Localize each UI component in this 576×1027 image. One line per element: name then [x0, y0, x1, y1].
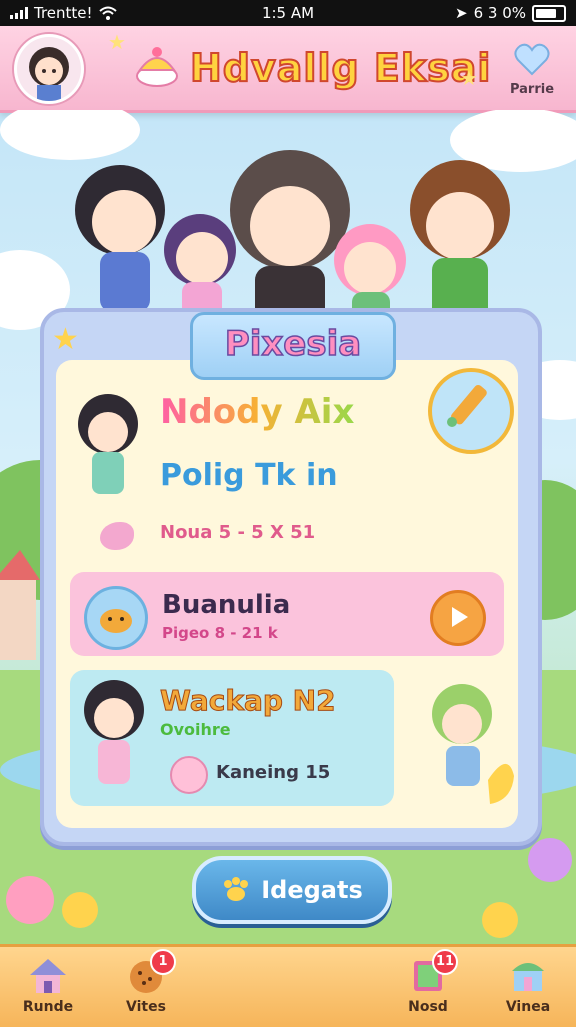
header-bar: ★ Hdvallg Eksai ★ Parrie — [0, 26, 576, 113]
cake-logo-icon — [136, 47, 178, 87]
tab-label: Vites — [126, 999, 166, 1015]
featured-card[interactable]: Ndody Aix Polig Tk in Noua 5 - 5 X 51 — [70, 368, 514, 560]
updates-button[interactable]: Idegats — [192, 856, 392, 924]
featured-subtitle: Polig Tk in — [160, 458, 338, 493]
profile-button[interactable]: Parrie — [502, 40, 562, 102]
star-decoration: ★ — [460, 66, 478, 90]
pencil-icon — [447, 384, 487, 427]
shop-icon — [512, 963, 544, 991]
updates-label: Idegats — [261, 876, 363, 904]
creature-icon — [84, 586, 148, 650]
quest-meta: Pigeo 8 - 21 k — [162, 624, 278, 642]
house-icon — [30, 959, 66, 993]
friend-card[interactable]: Wackap N2 Ovoihre Kaneing 15 — [70, 670, 394, 806]
player-avatar[interactable] — [14, 34, 84, 104]
heart-icon — [514, 43, 550, 76]
quest-card[interactable]: Buanulia Pigeo 8 - 21 k — [70, 572, 504, 656]
character-portrait-icon — [84, 680, 144, 784]
character-portrait-icon — [78, 394, 138, 494]
play-icon — [452, 607, 468, 627]
tab-vinea[interactable]: Vinea — [486, 955, 570, 1015]
friend-title: Wackap N2 — [160, 684, 337, 718]
quest-title: Buanulia — [162, 590, 291, 620]
bottom-tab-bar: Runde 1 Vites 11 Nosd Vinea — [0, 944, 576, 1027]
notification-badge: 1 — [150, 949, 176, 975]
star-decoration: ★ — [52, 322, 79, 357]
featured-title: Ndody Aix — [160, 392, 355, 432]
smile-icon — [170, 756, 208, 794]
location-icon: ➤ — [455, 4, 468, 22]
profile-label: Parrie — [509, 82, 555, 97]
character-boy-illustration — [432, 684, 514, 804]
tab-home[interactable]: Runde — [6, 955, 90, 1015]
app-title: Hdvallg Eksai — [189, 45, 492, 91]
play-button[interactable] — [430, 590, 486, 646]
battery-percent: 6 3 0% — [473, 4, 526, 22]
notification-badge: 11 — [432, 949, 458, 975]
battery-icon — [532, 4, 566, 22]
tab-vites[interactable]: 1 Vites — [104, 949, 188, 1015]
tab-label: Vinea — [505, 999, 551, 1015]
status-bar: Trentte! 1:5 AM ➤ 6 3 0% — [0, 0, 576, 26]
pencil-badge-button[interactable] — [428, 368, 514, 454]
friend-meta: Kaneing 15 — [216, 762, 331, 783]
paw-icon — [224, 877, 249, 901]
tab-nosd[interactable]: 11 Nosd — [386, 949, 470, 1015]
star-decoration: ★ — [108, 30, 126, 54]
avatar-girl-icon — [17, 37, 81, 101]
featured-meta: Noua 5 - 5 X 51 — [160, 522, 316, 543]
friend-subtitle: Ovoihre — [160, 720, 231, 739]
panel-title-ribbon: Pixesia — [190, 312, 396, 380]
tab-label: Nosd — [408, 999, 448, 1015]
petal-icon — [100, 522, 134, 550]
tab-label: Runde — [22, 999, 74, 1015]
